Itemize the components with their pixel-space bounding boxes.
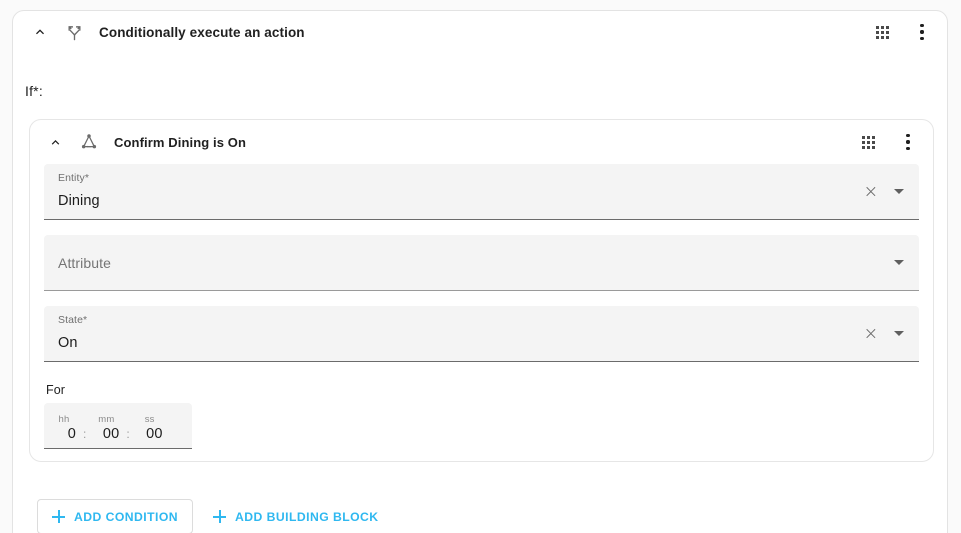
state-field-actions [859, 322, 911, 346]
if-label: If*: [25, 83, 43, 99]
state-input[interactable] [44, 335, 919, 361]
duration-label: For [46, 383, 66, 397]
state-field[interactable]: State* [44, 306, 919, 362]
duration-minutes-label: mm [98, 414, 115, 425]
add-condition-button[interactable]: ADD CONDITION [37, 499, 194, 533]
duration-hours-label: hh [58, 414, 70, 425]
chevron-up-icon [51, 139, 59, 145]
state-condition-icon [76, 129, 102, 155]
state-clear-button[interactable] [859, 322, 883, 346]
collapse-toggle-button[interactable] [23, 15, 57, 49]
state-dropdown-button[interactable] [887, 322, 911, 346]
plus-icon [52, 510, 65, 523]
attribute-dropdown-button[interactable] [887, 251, 911, 275]
chevron-up-icon [36, 29, 44, 35]
conditional-action-header: Conditionally execute an action [13, 11, 947, 53]
condition-card: Confirm Dining is On Entity* Dining Attr… [0, 119, 934, 462]
entity-field-label: Entity* [58, 172, 90, 184]
condition-drag-handle-button[interactable] [851, 125, 885, 159]
add-condition-label: ADD CONDITION [74, 509, 179, 524]
conditional-action-card: Conditionally execute an action If*: Con… [0, 10, 948, 533]
card-title: Conditionally execute an action [99, 24, 305, 40]
chevron-down-icon [894, 260, 904, 265]
condition-collapse-toggle-button[interactable] [38, 125, 72, 159]
condition-fields: Entity* Attribu [0, 164, 933, 449]
drag-handle-dots-icon [861, 135, 875, 149]
overflow-menu-button[interactable] [905, 15, 939, 49]
chevron-down-icon [894, 331, 904, 336]
add-building-block-button[interactable]: ADD BUILDING BLOCK [203, 499, 389, 533]
overflow-menu-icon [920, 24, 924, 40]
state-field-label: State* [58, 314, 88, 326]
duration-seconds[interactable]: ss [0, 414, 163, 442]
entity-input[interactable] [44, 193, 919, 219]
drag-handle-button[interactable] [865, 15, 899, 49]
close-icon [865, 186, 875, 197]
condition-header-actions [851, 120, 925, 164]
entity-clear-button[interactable] [859, 180, 883, 204]
duration-seconds-label: ss [144, 414, 155, 425]
drag-handle-dots-icon [875, 25, 889, 39]
entity-field-actions [859, 180, 911, 204]
card-header-actions [865, 11, 939, 53]
attribute-field[interactable]: Attribute [44, 235, 919, 291]
entity-dropdown-button[interactable] [887, 180, 911, 204]
condition-actions-bar: ADD CONDITION ADD BUILDING BLOCK [37, 499, 389, 533]
add-building-block-label: ADD BUILDING BLOCK [235, 509, 379, 524]
call-split-icon [61, 19, 87, 45]
overflow-menu-icon [906, 134, 910, 150]
plus-icon [213, 510, 227, 523]
close-icon [865, 328, 875, 339]
condition-overflow-menu-button[interactable] [891, 125, 925, 159]
chevron-down-icon [894, 189, 904, 194]
attribute-field-actions [887, 251, 911, 275]
automation-editor-page: Conditionally execute an action If*: Con… [0, 0, 961, 533]
duration-field[interactable]: hh : mm : ss [0, 403, 192, 449]
condition-card-title: Confirm Dining is On [114, 134, 246, 150]
duration-seconds-input[interactable] [0, 426, 163, 442]
attribute-input[interactable] [44, 264, 919, 290]
condition-card-header: Confirm Dining is On [30, 120, 933, 164]
entity-field[interactable]: Entity* [44, 164, 919, 220]
